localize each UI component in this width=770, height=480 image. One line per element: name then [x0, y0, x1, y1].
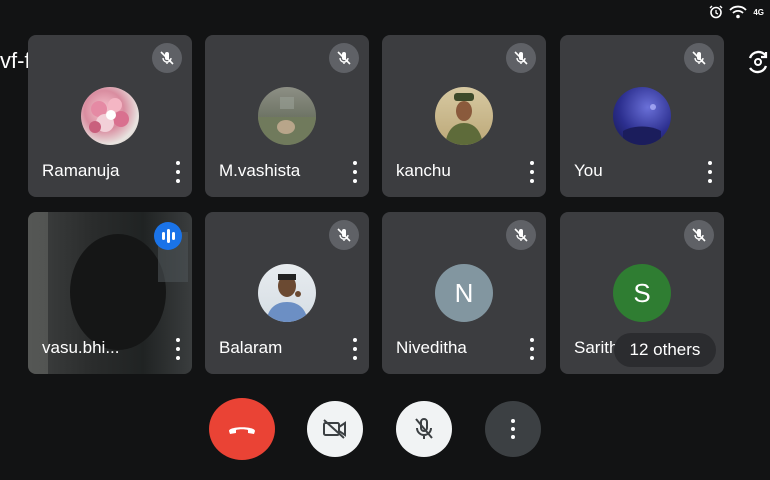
- status-bar: 4G: [709, 5, 764, 19]
- participant-name: vasu.bhi...: [42, 338, 120, 357]
- more-vert-icon: [511, 419, 515, 423]
- mic-off-icon: [329, 220, 359, 250]
- participant-name: Niveditha: [396, 338, 467, 357]
- more-vert-icon[interactable]: [172, 338, 184, 360]
- camera-off-icon: [323, 419, 346, 439]
- avatar: [258, 264, 316, 322]
- more-vert-icon[interactable]: [704, 161, 716, 183]
- rotate-camera-icon[interactable]: [746, 49, 770, 75]
- meet-screen: 4G vf-fpza-wxs Ramanuja M.vashista: [0, 0, 770, 480]
- mic-off-icon: [329, 43, 359, 73]
- camera-toggle-button[interactable]: [307, 401, 363, 457]
- participant-name: M.vashista: [219, 161, 301, 180]
- more-vert-icon[interactable]: [526, 338, 538, 360]
- avatar-initial: N: [454, 277, 474, 308]
- others-chip[interactable]: 12 others: [614, 333, 716, 367]
- participant-name: kanchu: [396, 161, 451, 180]
- more-vert-icon[interactable]: [526, 161, 538, 183]
- participant-name: Balaram: [219, 338, 283, 357]
- mic-toggle-button[interactable]: [396, 401, 452, 457]
- mic-off-icon: [506, 220, 536, 250]
- wifi-icon: [729, 5, 747, 19]
- participant-name: You: [574, 161, 603, 180]
- more-vert-icon[interactable]: [172, 161, 184, 183]
- participant-tile[interactable]: N Niveditha: [382, 212, 546, 374]
- more-vert-icon[interactable]: [349, 338, 361, 360]
- end-call-icon: [229, 427, 255, 434]
- more-vert-icon[interactable]: [349, 161, 361, 183]
- alarm-icon: [709, 5, 723, 19]
- participant-name: Ramanuja: [42, 161, 120, 180]
- participant-tile[interactable]: kanchu: [382, 35, 546, 197]
- participant-tile[interactable]: vasu.bhi...: [28, 212, 192, 374]
- end-call-button[interactable]: [209, 398, 275, 460]
- mic-off-icon: [506, 43, 536, 73]
- mic-off-icon: [684, 43, 714, 73]
- avatar: [613, 87, 671, 145]
- avatar: S: [613, 264, 671, 322]
- participant-name: Sarith: [574, 338, 619, 357]
- network-type: 4G: [753, 7, 764, 17]
- participant-tile[interactable]: Balaram: [205, 212, 369, 374]
- speaking-icon: [154, 222, 182, 250]
- participant-tile[interactable]: You: [560, 35, 724, 197]
- avatar: [258, 87, 316, 145]
- avatar: [435, 87, 493, 145]
- mic-off-icon: [152, 43, 182, 73]
- more-options-button[interactable]: [485, 401, 541, 457]
- avatar: [81, 87, 139, 145]
- participant-tile[interactable]: Ramanuja: [28, 35, 192, 197]
- avatar-initial: S: [633, 277, 651, 308]
- mic-off-icon: [684, 220, 714, 250]
- avatar: N: [435, 264, 493, 322]
- mic-off-icon: [415, 418, 433, 439]
- participant-tile[interactable]: M.vashista: [205, 35, 369, 197]
